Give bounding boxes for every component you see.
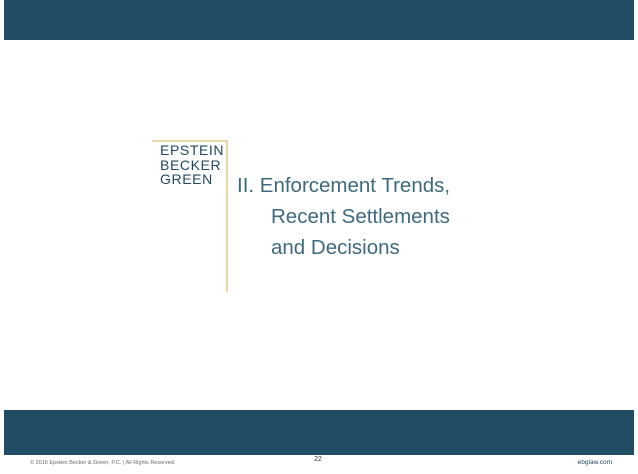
logo-line-green: GREEN — [160, 171, 213, 187]
header-band — [4, 0, 634, 40]
firm-logo: EPSTEIN BECKER GREEN — [160, 143, 224, 187]
logo-line-becker: BECKER — [160, 156, 222, 173]
section-title: II. Enforcement Trends, Recent Settlemen… — [237, 170, 450, 263]
title-line-3: and Decisions — [271, 236, 400, 259]
website-link[interactable]: ebglaw.com — [578, 459, 612, 466]
page-number: 22 — [314, 456, 322, 463]
title-line-2: Recent Settlements — [271, 205, 450, 228]
logo-vertical-rule — [226, 140, 228, 292]
logo-line-epstein: EPSTEIN — [160, 142, 225, 158]
copyright-notice: © 2016 Epstein Becker & Green, P.C. | Al… — [30, 460, 176, 466]
footer-band — [4, 410, 634, 455]
title-line-1: II. Enforcement Trends, — [237, 174, 451, 197]
